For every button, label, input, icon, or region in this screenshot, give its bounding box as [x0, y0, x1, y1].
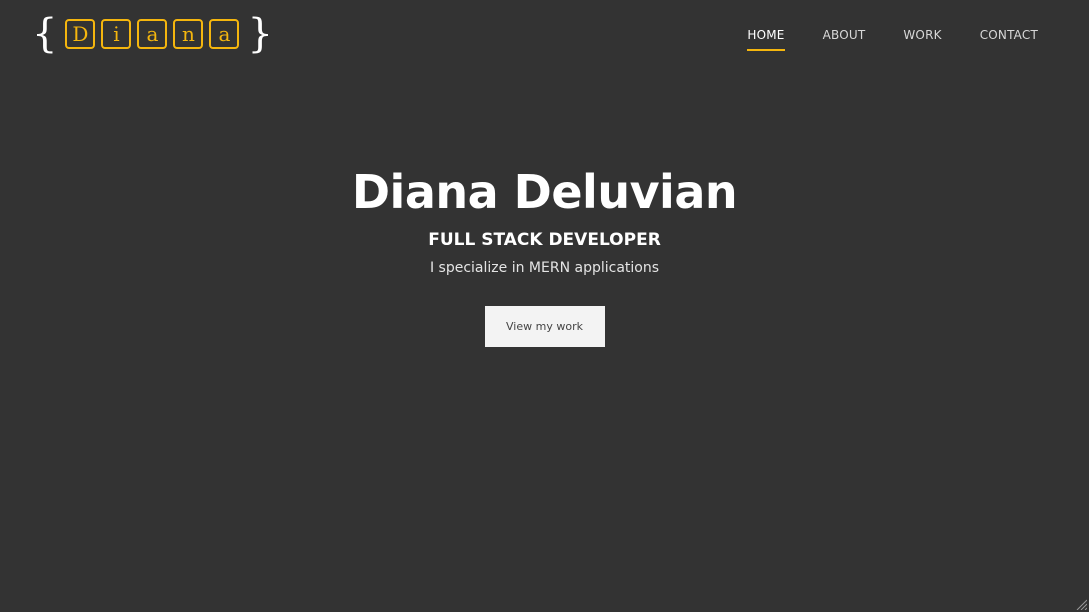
main-nav: HOME ABOUT WORK CONTACT: [747, 28, 1038, 51]
nav-item-home[interactable]: HOME: [747, 28, 785, 51]
nav-item-work[interactable]: WORK: [903, 28, 941, 48]
logo-letter-tile: a: [209, 19, 240, 49]
hero-subtitle: I specialize in MERN applications: [429, 260, 660, 276]
view-my-work-button[interactable]: View my work: [484, 306, 605, 347]
logo-letter-tile: i: [101, 19, 132, 49]
logo-letter-tile: D: [65, 19, 96, 49]
logo[interactable]: { D i a n a }: [32, 12, 273, 56]
hero-job-title: FULL STACK DEVELOPER: [428, 230, 661, 250]
logo-tiles: D i a n a: [65, 19, 240, 49]
logo-close-brace: }: [247, 11, 273, 57]
logo-letter-tile: n: [173, 19, 204, 49]
resize-grip-icon[interactable]: [1075, 598, 1087, 610]
page: { D i a n a } HOME ABOUT WORK CONTACT Di…: [0, 0, 1089, 612]
nav-item-about[interactable]: ABOUT: [823, 28, 866, 48]
nav-item-contact[interactable]: CONTACT: [980, 28, 1038, 48]
hero-name: Diana Deluvian: [351, 165, 738, 219]
hero-section: Diana Deluvian FULL STACK DEVELOPER I sp…: [0, 160, 1089, 347]
logo-letter-tile: a: [137, 19, 168, 49]
logo-open-brace: {: [32, 11, 58, 57]
